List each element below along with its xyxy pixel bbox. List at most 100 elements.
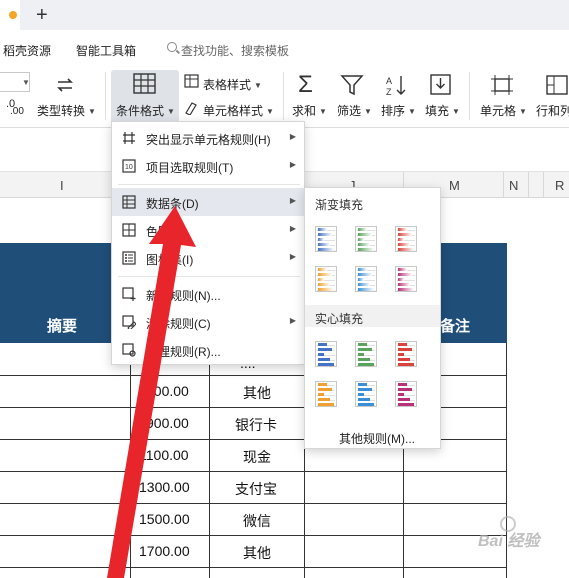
menu-item-new-rule[interactable]: 新建规则(N)...	[112, 280, 304, 308]
data-bar-swatch[interactable]	[315, 341, 337, 367]
grid-line	[0, 503, 507, 504]
highlight-rules-icon	[123, 132, 135, 144]
fill-icon	[430, 74, 451, 95]
cell-icon	[491, 75, 513, 95]
swatch-bar	[358, 273, 372, 276]
swatch-bar	[398, 393, 404, 396]
tab-status-dot	[9, 11, 17, 19]
data-bar-swatch[interactable]	[315, 266, 337, 292]
cell-amount[interactable]: 1500.00	[139, 511, 190, 527]
menu-item-highlight-rules[interactable]: 突出显示单元格规则(H) ▶	[112, 124, 304, 152]
swatch-bar	[358, 283, 370, 286]
data-bar-swatch[interactable]	[395, 341, 417, 367]
cell-amount[interactable]: 700.00	[146, 383, 189, 399]
data-bar-swatch[interactable]	[355, 226, 377, 252]
svg-text:A: A	[386, 76, 392, 86]
cell-button[interactable]: 单元格 ▼	[480, 102, 527, 119]
swatch-bar	[318, 238, 324, 241]
header-note: 备注	[440, 318, 471, 335]
cell-style-button[interactable]: 单元格样式 ▼	[203, 102, 274, 119]
fill-button[interactable]: 填充 ▼	[425, 102, 460, 119]
menu-docer-resources[interactable]: 稻壳资源	[3, 42, 51, 59]
data-bar-swatch[interactable]	[395, 266, 417, 292]
svg-text:10: 10	[125, 164, 133, 171]
cell-amount[interactable]: 900.00	[146, 415, 189, 431]
data-bar-swatch[interactable]	[355, 341, 377, 367]
swatch-bar	[358, 358, 370, 361]
menu-item-label: 色阶(S)	[146, 225, 186, 239]
swatch-bar	[398, 383, 407, 386]
data-bar-swatch[interactable]	[395, 381, 417, 407]
cell-amount[interactable]: 1300.00	[139, 479, 190, 495]
cell-method[interactable]: 支付宝	[235, 479, 277, 499]
gradient-fill-title: 渐变填充	[315, 198, 364, 212]
watermark: Bai 经验	[478, 533, 540, 550]
data-bar-swatch[interactable]	[315, 381, 337, 407]
sum-button[interactable]: 求和 ▼	[292, 102, 327, 119]
swatch-bar	[398, 353, 404, 356]
type-convert-icon	[57, 78, 73, 92]
swatch-bar	[358, 393, 364, 396]
column-header-r[interactable]: R	[555, 178, 564, 193]
menu-item-icon-sets[interactable]: 图标集(I) ▶	[112, 244, 304, 272]
menu-item-clear-rules[interactable]: 清除规则(C) ▶	[112, 308, 304, 336]
menu-smart-toolbox[interactable]: 智能工具箱	[76, 42, 136, 59]
swatch-bar	[398, 403, 414, 406]
cond-format-button[interactable]: 条件格式 ▼	[116, 102, 175, 119]
cell-method[interactable]: 微信	[243, 511, 271, 531]
manage-rules-icon	[122, 343, 136, 357]
swatch-bar	[358, 268, 367, 271]
swatch-bar	[398, 343, 407, 346]
decimal-decrease-label[interactable]: .00	[10, 106, 24, 117]
active-tab[interactable]	[0, 0, 20, 30]
ribbon-separator	[283, 72, 284, 120]
data-bar-swatch[interactable]	[355, 266, 377, 292]
menu-item-color-scales[interactable]: 色阶(S) ▶	[112, 216, 304, 244]
header-summary: 摘要	[47, 318, 78, 335]
svg-text:Z: Z	[386, 87, 392, 97]
swatch-bar	[358, 278, 364, 281]
swatch-bar	[398, 268, 407, 271]
menu-item-data-bars[interactable]: 数据条(D) ▶	[112, 188, 304, 216]
rows-cols-icon	[546, 75, 568, 95]
ribbon-separator	[105, 72, 106, 120]
search-input[interactable]: 查找功能、搜索模板	[181, 42, 289, 59]
swatch-bar	[358, 238, 364, 241]
swatch-bar	[398, 238, 404, 241]
tab-strip: +	[0, 0, 569, 30]
cell-method[interactable]: 现金	[243, 447, 271, 467]
add-tab-button[interactable]: +	[36, 3, 48, 27]
chevron-right-icon: ▶	[289, 252, 296, 261]
filter-icon	[340, 75, 364, 96]
menu-item-label: 管理规则(R)...	[146, 345, 221, 359]
data-bar-swatch[interactable]	[395, 226, 417, 252]
filter-button[interactable]: 筛选 ▼	[337, 102, 372, 119]
column-header-m[interactable]: M	[449, 178, 460, 193]
conditional-format-icon	[133, 73, 156, 94]
data-bar-swatch[interactable]	[355, 381, 377, 407]
type-convert-button[interactable]: 类型转换 ▼	[37, 102, 96, 119]
cell-amount[interactable]: 1100.00	[139, 447, 189, 463]
swatch-bar	[398, 278, 404, 281]
cell-method[interactable]: 银行卡	[235, 415, 277, 435]
swatch-bar	[318, 283, 330, 286]
menu-item-top-bottom-rules[interactable]: 10 项目选取规则(T) ▶	[112, 152, 304, 180]
sort-icon: A Z	[386, 76, 406, 97]
chevron-right-icon: ▶	[289, 196, 296, 205]
table-style-button[interactable]: 表格样式 ▼	[203, 76, 262, 93]
color-scales-icon	[122, 223, 136, 237]
column-header-n[interactable]: N	[509, 178, 518, 193]
menu-item-manage-rules[interactable]: 管理规则(R)...	[112, 336, 304, 364]
swatch-bar	[318, 278, 324, 281]
search-icon[interactable]	[167, 42, 177, 52]
column-header-i[interactable]: I	[60, 178, 64, 193]
conditional-format-menu: 突出显示单元格规则(H) ▶ 10 项目选取规则(T) ▶ 数据条(D) ▶ 色…	[111, 121, 305, 365]
more-rules-item[interactable]: 其他规则(M)...	[339, 430, 415, 447]
sort-button[interactable]: 排序 ▼	[381, 102, 416, 119]
rows-cols-button[interactable]: 行和列	[536, 102, 569, 119]
cell-method[interactable]: 其他	[243, 383, 271, 403]
data-bar-swatch[interactable]	[315, 226, 337, 252]
cell-method[interactable]: 其他	[243, 543, 271, 563]
swatch-bar	[318, 243, 330, 246]
cell-amount[interactable]: 1700.00	[139, 543, 190, 559]
